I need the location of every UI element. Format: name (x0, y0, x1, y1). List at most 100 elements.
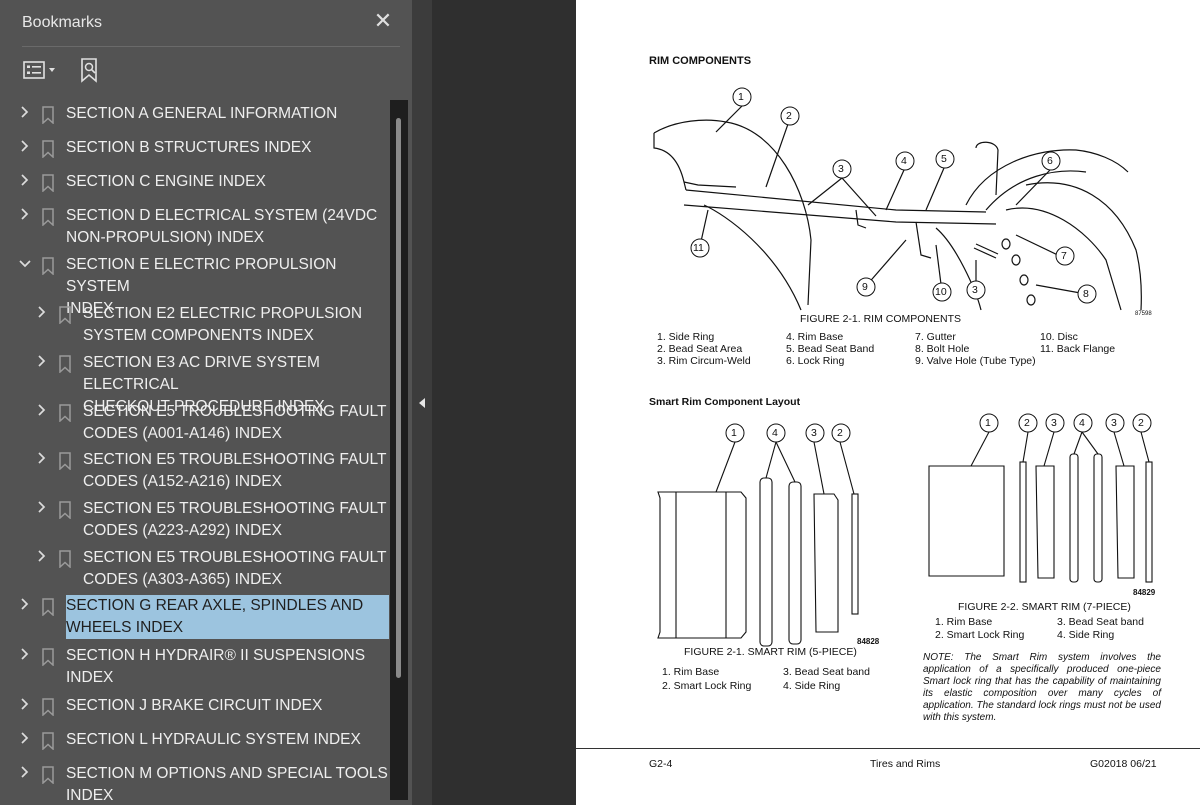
callout-label: 3 (972, 284, 978, 296)
chevron-right-icon[interactable] (17, 104, 33, 122)
bookmark-label: SECTION C ENGINE INDEX (66, 173, 266, 190)
panel-title: Bookmarks (22, 14, 103, 31)
callout-label: 4 (901, 155, 907, 167)
add-bookmark-button[interactable] (78, 56, 102, 84)
chevron-right-icon[interactable] (17, 138, 33, 156)
bookmark-item[interactable]: SECTION E5 TROUBLESHOOTING FAULT CODES (… (8, 446, 390, 494)
legend-item: 5. Bead Seat Band (786, 343, 875, 355)
legend-item: 11. Back Flange (1040, 343, 1116, 355)
chevron-right-icon[interactable] (34, 499, 50, 517)
options-menu-button[interactable] (22, 56, 56, 84)
bookmark-label: SECTION E5 TROUBLESHOOTING FAULT CODES (… (83, 403, 387, 442)
bookmark-label: SECTION B STRUCTURES INDEX (66, 139, 312, 156)
legend-item: 10. Disc (1040, 331, 1078, 343)
chevron-down-icon[interactable] (17, 255, 33, 273)
bookmark-icon (42, 208, 54, 226)
bookmark-label: SECTION E5 TROUBLESHOOTING FAULT CODES (… (83, 549, 387, 588)
bookmark-label: SECTION G REAR AXLE, SPINDLES AND WHEELS… (66, 595, 389, 639)
chevron-right-icon[interactable] (34, 450, 50, 468)
bookmark-item[interactable]: SECTION D ELECTRICAL SYSTEM (24VDC NON-P… (8, 202, 390, 250)
bookmark-item[interactable]: SECTION E5 TROUBLESHOOTING FAULT CODES (… (8, 544, 390, 592)
scrollbar-thumb[interactable] (396, 118, 401, 678)
bookmark-label: SECTION M OPTIONS AND SPECIAL TOOLS INDE… (66, 765, 388, 800)
bookmark-tree: SECTION A GENERAL INFORMATION SECTION B S… (8, 100, 393, 800)
callout-label: 4 (1079, 417, 1085, 429)
bookmark-label: SECTION H HYDRAIR® II SUSPENSIONS INDEX (66, 647, 366, 686)
chevron-right-icon[interactable] (17, 730, 33, 748)
bookmarks-panel: Bookmarks ✕ SECTION A GENERAL INFORMATIO… (0, 0, 412, 805)
chevron-right-icon[interactable] (17, 172, 33, 190)
callout-label: 6 (1047, 155, 1053, 167)
legend-item: 2. Bead Seat Area (657, 343, 743, 355)
callout-label: 3 (838, 163, 844, 175)
figure2-caption: FIGURE 2-1. SMART RIM (5-PIECE) (684, 646, 857, 658)
legend-item: 8. Bolt Hole (915, 343, 970, 355)
legend-item: 3. Rim Circum-Weld (657, 355, 751, 367)
bookmark-icon (59, 306, 71, 324)
callout-label: 1 (731, 427, 737, 439)
legend-item: 2. Smart Lock Ring (662, 680, 752, 692)
document-page: RIM COMPONENTS 1 2 3 4 5 6 7 8 9 10 3 11… (576, 0, 1200, 805)
chevron-right-icon[interactable] (34, 304, 50, 322)
bookmark-item[interactable]: SECTION E3 AC DRIVE SYSTEM ELECTRICAL CH… (8, 349, 390, 415)
callout-label: 11 (693, 242, 704, 254)
chevron-right-icon[interactable] (17, 596, 33, 614)
chevron-right-icon[interactable] (34, 402, 50, 420)
bookmark-icon (42, 732, 54, 750)
bookmark-item[interactable]: SECTION E5 TROUBLESHOOTING FAULT CODES (… (8, 398, 390, 446)
chevron-right-icon[interactable] (34, 353, 50, 371)
callout-label: 8 (1083, 288, 1089, 300)
callout-label: 3 (1111, 417, 1117, 429)
legend-item: 7. Gutter (915, 331, 956, 343)
bookmark-label: SECTION E5 TROUBLESHOOTING FAULT CODES (… (83, 500, 387, 539)
chevron-right-icon[interactable] (17, 206, 33, 224)
bookmark-icon (42, 257, 54, 275)
drawing-id: 84828 (857, 637, 880, 646)
footer-title: Tires and Rims (870, 758, 941, 770)
callout-label: 2 (786, 110, 792, 122)
callout-label: 2 (1024, 417, 1030, 429)
bookmark-item[interactable]: SECTION E ELECTRIC PROPULSION SYSTEM IND… (8, 251, 390, 317)
bookmark-item[interactable]: SECTION E5 TROUBLESHOOTING FAULT CODES (… (8, 495, 390, 543)
bookmark-label: SECTION E2 ELECTRIC PROPULSION SYSTEM CO… (83, 305, 363, 344)
note-text: NOTE: The Smart Rim system involves the … (923, 652, 1161, 723)
caret-left-icon (419, 398, 425, 408)
footer-page-number: G2-4 (649, 758, 673, 770)
callout-label: 3 (1051, 417, 1057, 429)
legend-item: 4. Side Ring (1057, 629, 1115, 641)
bookmark-icon (59, 404, 71, 422)
bookmark-icon (59, 501, 71, 519)
scrollbar[interactable] (390, 100, 408, 800)
drawing-id: 87598 (1135, 311, 1152, 317)
legend-item: 2. Smart Lock Ring (935, 629, 1025, 641)
bookmark-item[interactable]: SECTION M OPTIONS AND SPECIAL TOOLS INDE… (8, 760, 390, 800)
callout-label: 5 (941, 153, 947, 165)
legend-item: 9. Valve Hole (Tube Type) (915, 355, 1036, 367)
bookmark-item[interactable]: SECTION G REAR AXLE, SPINDLES AND WHEELS… (8, 592, 390, 640)
bookmark-icon (42, 598, 54, 616)
legend-item: 4. Side Ring (783, 680, 841, 692)
chevron-right-icon[interactable] (17, 696, 33, 714)
bookmark-icon (59, 452, 71, 470)
legend-item: 3. Bead Seat band (783, 666, 870, 678)
smart-rim-heading: Smart Rim Component Layout (649, 396, 801, 408)
chevron-right-icon[interactable] (17, 764, 33, 782)
bookmark-item[interactable]: SECTION E2 ELECTRIC PROPULSION SYSTEM CO… (8, 300, 390, 348)
bookmark-icon (42, 698, 54, 716)
collapse-panel-button[interactable] (417, 394, 427, 412)
bookmark-icon (42, 140, 54, 158)
chevron-right-icon[interactable] (34, 548, 50, 566)
bookmark-item[interactable]: SECTION H HYDRAIR® II SUSPENSIONS INDEX (8, 642, 390, 690)
legend-item: 1. Side Ring (657, 331, 715, 343)
close-panel-button[interactable]: ✕ (372, 10, 394, 32)
bookmark-search-icon (81, 58, 97, 83)
legend-item: 1. Rim Base (662, 666, 720, 678)
drawing-id: 84829 (1133, 588, 1156, 597)
bookmark-label: SECTION J BRAKE CIRCUIT INDEX (66, 697, 323, 714)
bookmark-icon (59, 355, 71, 373)
chevron-right-icon[interactable] (17, 646, 33, 664)
footer-divider (576, 748, 1200, 749)
bookmark-label: SECTION A GENERAL INFORMATION (66, 105, 338, 122)
bookmark-icon (42, 174, 54, 192)
callout-label: 10 (935, 286, 947, 298)
